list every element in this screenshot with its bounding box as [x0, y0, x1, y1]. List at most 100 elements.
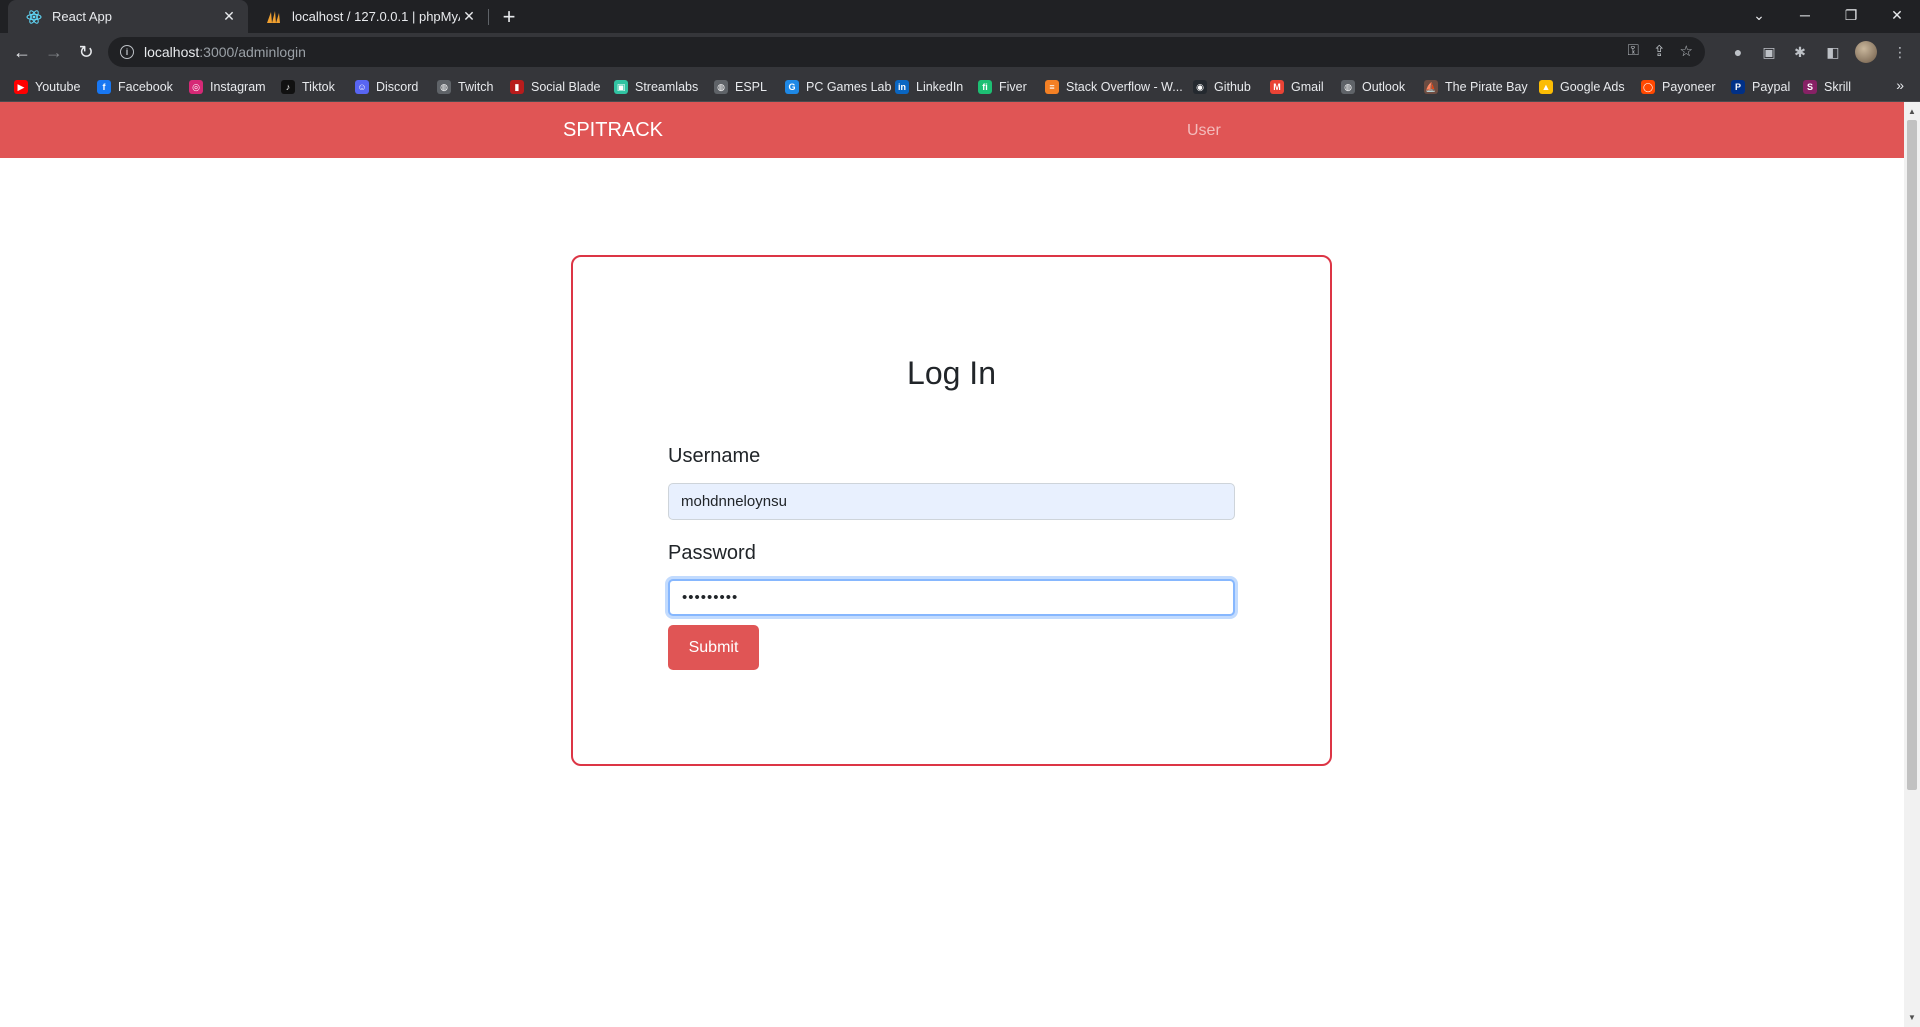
- paypal-icon: P: [1731, 80, 1745, 94]
- bookmark-label: Stack Overflow - W...: [1066, 80, 1183, 94]
- tiktok-icon: ♪: [281, 80, 295, 94]
- tab-search-icon[interactable]: ⌄: [1736, 0, 1782, 30]
- fiverr-icon: fi: [978, 80, 992, 94]
- bookmark-label: Tiktok: [302, 80, 335, 94]
- bookmark-facebook[interactable]: f Facebook: [97, 77, 173, 97]
- puzzle-icon[interactable]: ✱: [1790, 42, 1810, 62]
- minimize-button[interactable]: ─: [1782, 0, 1828, 30]
- bookmark-gmail[interactable]: M Gmail: [1270, 77, 1324, 97]
- bookmark-pc-games-lab[interactable]: G PC Games Lab: [785, 77, 891, 97]
- username-input[interactable]: [668, 483, 1235, 520]
- discord-icon: ☺: [355, 80, 369, 94]
- login-card: Log In Username Password Submit: [571, 255, 1332, 766]
- bookmark-label: Payoneer: [1662, 80, 1716, 94]
- bookmark-google-ads[interactable]: ▲ Google Ads: [1539, 77, 1625, 97]
- bookmark-linkedin[interactable]: in LinkedIn: [895, 77, 963, 97]
- youtube-icon: ▶: [14, 80, 28, 94]
- bookmark-label: The Pirate Bay: [1445, 80, 1528, 94]
- globe-icon: ◍: [437, 80, 451, 94]
- skrill-icon: S: [1803, 80, 1817, 94]
- tab-title: localhost / 127.0.0.1 | phpMyAdmin: [292, 9, 460, 24]
- bookmark-label: Google Ads: [1560, 80, 1625, 94]
- bookmark-label: Paypal: [1752, 80, 1791, 94]
- bookmark-label: Instagram: [210, 80, 266, 94]
- bookmark-discord[interactable]: ☺ Discord: [355, 77, 418, 97]
- address-bar[interactable]: i localhost:3000/adminlogin ⚿ ⇪ ☆: [108, 37, 1705, 67]
- close-tab-icon[interactable]: ✕: [460, 8, 478, 26]
- profile-avatar[interactable]: [1855, 41, 1877, 63]
- bookmark-label: PC Games Lab: [806, 80, 892, 94]
- bookmark-youtube[interactable]: ▶ Youtube: [14, 77, 80, 97]
- bookmark-tiktok[interactable]: ♪ Tiktok: [281, 77, 335, 97]
- bookmark-label: Social Blade: [531, 80, 601, 94]
- url-path: :3000/adminlogin: [199, 44, 306, 60]
- bookmark-label: Facebook: [118, 80, 173, 94]
- chevron-right-icon[interactable]: »: [1896, 77, 1904, 93]
- bookmark-fiver[interactable]: fi Fiver: [978, 77, 1027, 97]
- globe-icon: ◍: [714, 80, 728, 94]
- bookmark-label: Streamlabs: [635, 80, 699, 94]
- brand-link[interactable]: SPITRACK: [563, 119, 663, 142]
- url-host: localhost: [144, 44, 200, 60]
- tab-separator: [488, 9, 489, 25]
- nav-link-user[interactable]: User: [1187, 122, 1221, 140]
- tab-react-app[interactable]: React App ✕: [8, 0, 248, 33]
- bookmark-github[interactable]: ◉ Github: [1193, 77, 1251, 97]
- bookmark-social-blade[interactable]: ▮ Social Blade: [510, 77, 601, 97]
- instagram-icon: ◎: [189, 80, 203, 94]
- back-icon[interactable]: ←: [8, 38, 36, 66]
- bookmark-label: Youtube: [35, 80, 81, 94]
- extension-icon[interactable]: ▣: [1759, 42, 1779, 62]
- bookmark-payoneer[interactable]: ◯ Payoneer: [1641, 77, 1716, 97]
- gmail-icon: M: [1270, 80, 1284, 94]
- close-window-button[interactable]: ✕: [1874, 0, 1920, 30]
- linkedin-icon: in: [895, 80, 909, 94]
- side-panel-icon[interactable]: ◧: [1823, 42, 1843, 62]
- tab-strip: React App ✕ localhost / 127.0.0.1 | phpM…: [0, 0, 1920, 33]
- bookmark-label: ESPL: [735, 80, 767, 94]
- submit-button[interactable]: Submit: [668, 625, 759, 670]
- socialblade-icon: ▮: [510, 80, 524, 94]
- bookmarks-bar: ▶ Youtube f Facebook ◎ Instagram ♪ Tiktok ☺ Disco…: [0, 71, 1920, 102]
- extension-icon[interactable]: ●: [1728, 42, 1748, 62]
- forward-icon[interactable]: →: [40, 38, 68, 66]
- restore-button[interactable]: ❐: [1828, 0, 1874, 30]
- close-tab-icon[interactable]: ✕: [220, 8, 238, 26]
- kebab-menu-icon[interactable]: ⋮: [1890, 42, 1910, 62]
- bookmark-label: Twitch: [458, 80, 494, 94]
- bookmark-streamlabs[interactable]: ▣ Streamlabs: [614, 77, 698, 97]
- bookmark-label: Fiver: [999, 80, 1027, 94]
- site-info-icon[interactable]: i: [120, 45, 134, 59]
- browser-toolbar: ← → ↻ i localhost:3000/adminlogin ⚿ ⇪ ☆ …: [0, 33, 1920, 71]
- new-tab-button[interactable]: +: [497, 4, 521, 29]
- bookmark-stack-overflow-w[interactable]: ≡ Stack Overflow - W...: [1045, 77, 1183, 97]
- bookmark-paypal[interactable]: P Paypal: [1731, 77, 1790, 97]
- bookmark-label: Skrill: [1824, 80, 1852, 94]
- react-icon: [26, 9, 42, 25]
- reload-icon[interactable]: ↻: [72, 38, 100, 66]
- scroll-down-icon[interactable]: ▼: [1907, 1012, 1917, 1022]
- bookmark-instagram[interactable]: ◎ Instagram: [189, 77, 266, 97]
- globe-icon: ◍: [1341, 80, 1355, 94]
- github-icon: ◉: [1193, 80, 1207, 94]
- share-icon[interactable]: ⇪: [1653, 42, 1666, 60]
- bookmark-label: Github: [1214, 80, 1251, 94]
- bookmark-outlook[interactable]: ◍ Outlook: [1341, 77, 1405, 97]
- scrollbar[interactable]: ▲ ▼: [1904, 102, 1920, 1027]
- bookmark-label: Discord: [376, 80, 419, 94]
- pcgameslab-icon: G: [785, 80, 799, 94]
- password-input[interactable]: [668, 579, 1235, 616]
- bookmark-twitch[interactable]: ◍ Twitch: [437, 77, 493, 97]
- bookmark-label: Outlook: [1362, 80, 1406, 94]
- scroll-up-icon[interactable]: ▲: [1907, 106, 1917, 116]
- tab-phpmyadmin[interactable]: localhost / 127.0.0.1 | phpMyAdmin ✕: [248, 0, 488, 33]
- scrollbar-thumb[interactable]: [1907, 120, 1917, 790]
- star-icon[interactable]: ☆: [1680, 42, 1693, 60]
- bookmark-skrill[interactable]: S Skrill: [1803, 77, 1851, 97]
- key-icon[interactable]: ⚿: [1628, 42, 1639, 60]
- tab-title: React App: [52, 9, 112, 24]
- bookmark-espl[interactable]: ◍ ESPL: [714, 77, 767, 97]
- page-title: Log In: [907, 355, 996, 391]
- bookmark-the-pirate-bay[interactable]: ⛵ The Pirate Bay: [1424, 77, 1528, 97]
- piratebay-icon: ⛵: [1424, 80, 1438, 94]
